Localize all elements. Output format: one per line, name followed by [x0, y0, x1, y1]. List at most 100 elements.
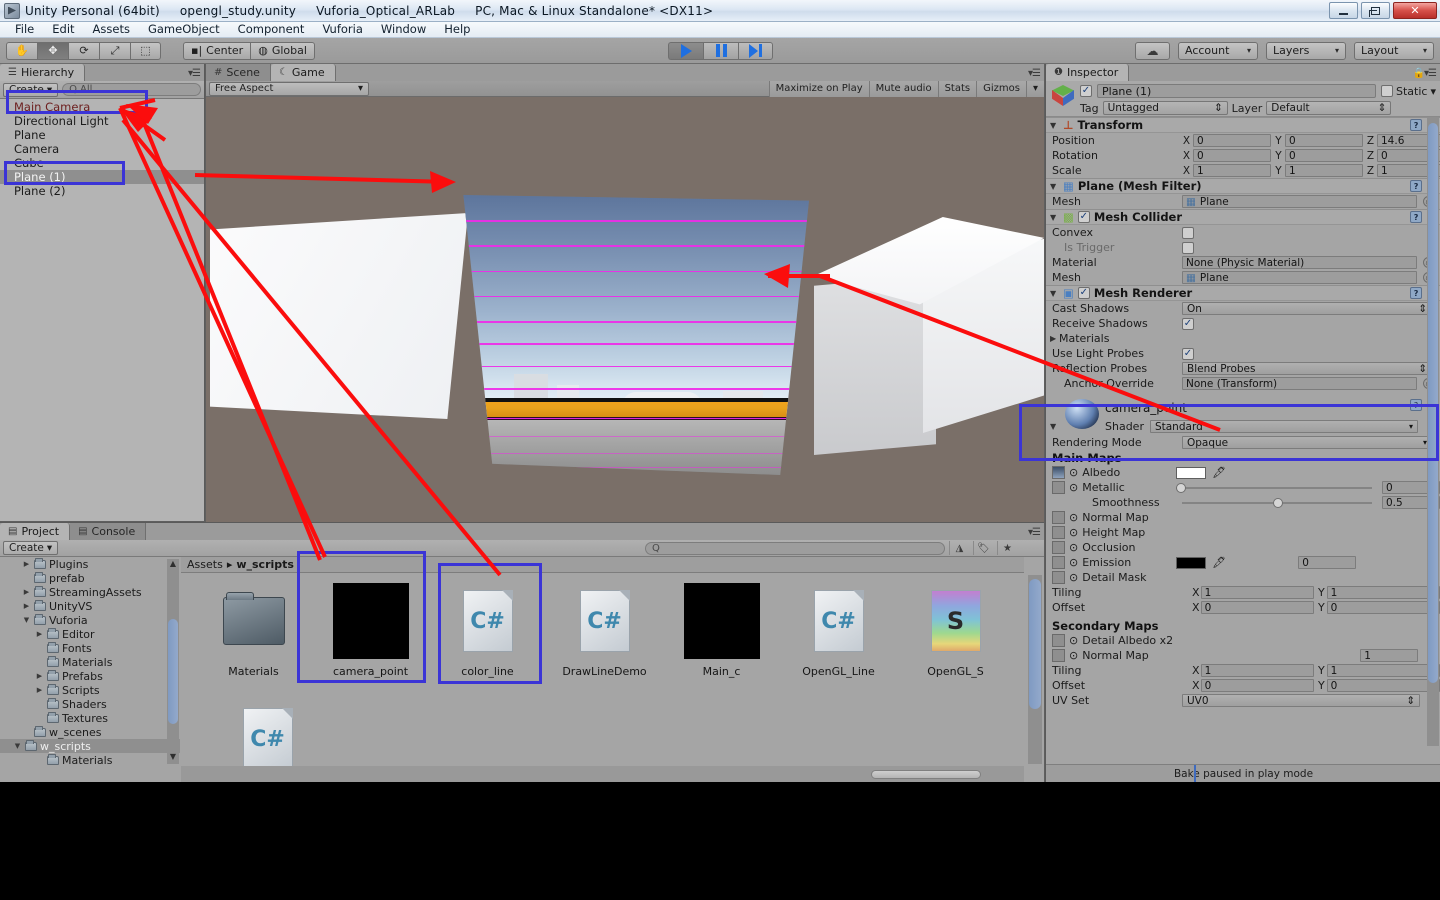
game-viewport[interactable] — [206, 97, 1044, 538]
tree-item-textures[interactable]: Textures — [0, 711, 180, 725]
tree-item-editor[interactable]: ▶ Editor — [0, 627, 180, 641]
mesh-renderer-enabled-checkbox[interactable]: ✓ — [1077, 287, 1090, 299]
materials-row[interactable]: ▶ Materials — [1046, 331, 1440, 346]
convex-checkbox[interactable] — [1182, 226, 1194, 239]
tab-inspector[interactable]: ❶ Inspector — [1046, 64, 1130, 81]
tab-game[interactable]: ☾ Game — [270, 64, 336, 81]
breadcrumb-assets[interactable]: Assets — [187, 558, 223, 571]
emission-texture-slot[interactable] — [1052, 556, 1065, 569]
collider-mesh-field[interactable]: ▦ Plane — [1182, 271, 1417, 284]
tree-item-fonts[interactable]: Fonts — [0, 641, 180, 655]
scroll-up-icon[interactable]: ▲ — [168, 559, 178, 571]
tiling-y-field[interactable]: 1 — [1326, 586, 1440, 599]
favorite-filter-icon[interactable]: ★ — [997, 541, 1017, 555]
use-light-probes-checkbox[interactable]: ✓ — [1182, 347, 1194, 360]
secondary-normal-value-field[interactable]: 1 — [1360, 649, 1419, 662]
close-button[interactable]: ✕ — [1393, 2, 1437, 19]
hierarchy-item-plane-2[interactable]: Plane (2) — [0, 184, 204, 198]
rotation-y-field[interactable]: 0 — [1285, 149, 1363, 162]
albedo-toggle-icon[interactable]: ⊙ — [1069, 466, 1078, 479]
inspector-options-icon[interactable]: 🔒▾☰ — [1413, 68, 1437, 79]
mesh-collider-enabled-checkbox[interactable]: ✓ — [1077, 211, 1090, 223]
emission-value-field[interactable]: 0 — [1298, 556, 1357, 569]
uv-set-dropdown[interactable]: UV0 ⇕ — [1182, 694, 1420, 707]
tab-project[interactable]: ▤ Project — [0, 523, 71, 540]
static-checkbox[interactable] — [1381, 85, 1394, 97]
asset-grid-scroll-thumb[interactable] — [1029, 579, 1041, 709]
asset-item-opengl-s[interactable]: S OpenGL_S — [897, 583, 1014, 701]
albedo-color-swatch[interactable] — [1176, 466, 1207, 479]
hierarchy-item-plane-1[interactable]: Plane (1) — [0, 170, 204, 184]
tree-item-prefab[interactable]: prefab — [0, 571, 180, 585]
layers-dropdown[interactable]: Layers ▾ — [1266, 41, 1346, 60]
gizmos-dropdown-icon[interactable]: ▾ — [1025, 80, 1044, 97]
position-x-field[interactable]: 0 — [1193, 134, 1271, 147]
hierarchy-item-plane[interactable]: Plane — [0, 128, 204, 142]
pause-button[interactable] — [703, 41, 738, 60]
tree-item-plugins[interactable]: ▶ Plugins — [0, 557, 180, 571]
asset-grid-hscrollbar[interactable] — [181, 766, 1024, 782]
foldout-icon[interactable]: ▼ — [1050, 182, 1059, 191]
project-search-input[interactable]: Q — [645, 541, 945, 555]
position-y-field[interactable]: 0 — [1285, 134, 1363, 147]
menu-file[interactable]: File — [6, 22, 43, 37]
inspector-scroll-thumb[interactable] — [1428, 123, 1438, 683]
asset-grid-hscroll-thumb[interactable] — [871, 769, 981, 779]
inspector-scrollbar[interactable] — [1427, 117, 1439, 746]
layout-dropdown[interactable]: Layout ▾ — [1354, 41, 1434, 60]
receive-shadows-checkbox[interactable]: ✓ — [1182, 317, 1194, 330]
step-button[interactable] — [738, 41, 773, 60]
gameobject-name-field[interactable]: Plane (1) — [1097, 84, 1377, 98]
menu-edit[interactable]: Edit — [43, 22, 83, 37]
detail-albedo-toggle-icon[interactable]: ⊙ — [1069, 634, 1078, 647]
asset-filter-icon[interactable]: ◮ — [949, 541, 969, 555]
menu-vuforia[interactable]: Vuforia — [313, 22, 371, 37]
rotation-x-field[interactable]: 0 — [1193, 149, 1271, 162]
rect-tool-icon[interactable]: ⬚ — [130, 41, 161, 60]
metallic-toggle-icon[interactable]: ⊙ — [1069, 481, 1078, 494]
asset-grid-scrollbar[interactable] — [1028, 575, 1042, 764]
asset-item-drawlinedemo[interactable]: C# DrawLineDemo — [546, 583, 663, 701]
help-icon[interactable]: ? — [1410, 287, 1423, 299]
height-map-texture-slot[interactable] — [1052, 526, 1065, 539]
hierarchy-options-icon[interactable]: ▾☰ — [188, 68, 201, 79]
tab-console[interactable]: ▤ Console — [70, 523, 147, 540]
scale-tool-icon[interactable]: ⤢ — [99, 41, 130, 60]
tree-item-unityvs[interactable]: ▶ UnityVS — [0, 599, 180, 613]
secondary-offset-x-field[interactable]: 0 — [1200, 679, 1314, 692]
detail-mask-toggle-icon[interactable]: ⊙ — [1069, 571, 1078, 584]
tree-item-streamingassets[interactable]: ▶ StreamingAssets — [0, 585, 180, 599]
tag-dropdown[interactable]: Untagged ⇕ — [1102, 101, 1228, 115]
minimize-button[interactable] — [1329, 2, 1358, 19]
cast-shadows-dropdown[interactable]: On ⇕ — [1182, 302, 1432, 315]
component-header-transform[interactable]: ▼ ⊥ Transform ?⚙ — [1046, 117, 1440, 133]
secondary-offset-y-field[interactable]: 0 — [1326, 679, 1440, 692]
tree-item-prefabs[interactable]: ▶ Prefabs — [0, 669, 180, 683]
normal-map-toggle-icon[interactable]: ⊙ — [1069, 511, 1078, 524]
component-header-mesh-filter[interactable]: ▼ ▦ Plane (Mesh Filter) ?⚙ — [1046, 178, 1440, 194]
metallic-slider[interactable] — [1176, 482, 1372, 494]
scale-x-field[interactable]: 1 — [1193, 164, 1271, 177]
eyedropper-icon[interactable]: 🖋 — [1212, 556, 1226, 569]
height-map-toggle-icon[interactable]: ⊙ — [1069, 526, 1078, 539]
gizmos-button[interactable]: Gizmos — [976, 80, 1026, 97]
eyedropper-icon[interactable]: 🖋 — [1212, 466, 1226, 479]
tree-item-shaders[interactable]: Shaders — [0, 697, 180, 711]
help-icon[interactable]: ? — [1410, 211, 1423, 223]
play-button[interactable] — [668, 41, 703, 60]
menu-window[interactable]: Window — [372, 22, 435, 37]
help-icon[interactable]: ? — [1410, 180, 1423, 192]
maximize-button[interactable] — [1361, 2, 1390, 19]
static-toggle[interactable]: Static ▾ — [1381, 85, 1436, 98]
account-dropdown[interactable]: Account ▾ — [1178, 41, 1258, 60]
asset-item-materials[interactable]: Materials — [195, 583, 312, 701]
tree-item-scripts[interactable]: ▶ Scripts — [0, 683, 180, 697]
expand-arrow-icon[interactable]: ▶ — [35, 686, 44, 694]
label-filter-icon[interactable]: 🏷 — [973, 541, 993, 555]
menu-component[interactable]: Component — [229, 22, 314, 37]
foldout-icon[interactable]: ▼ — [1050, 121, 1059, 130]
tab-hierarchy[interactable]: ☰ Hierarchy — [0, 64, 86, 81]
tab-scene[interactable]: # Scene — [206, 64, 271, 81]
chevron-down-icon[interactable]: ▾ — [1430, 85, 1436, 98]
tree-item-w-scripts-materials[interactable]: Materials — [0, 753, 180, 767]
